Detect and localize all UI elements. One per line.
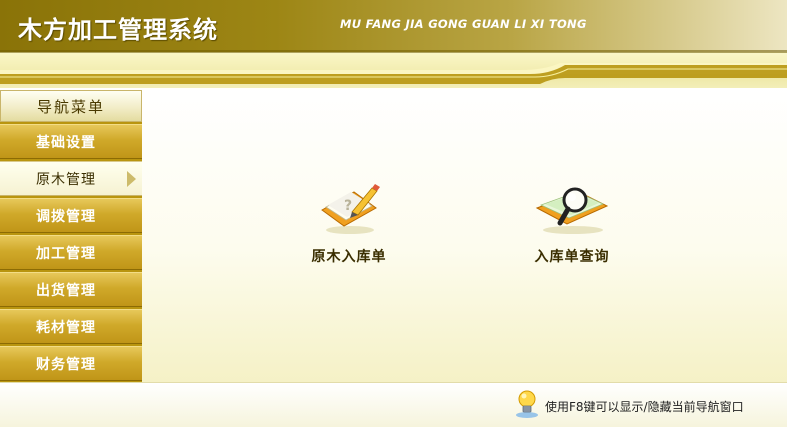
status-footer: 使用F8键可以显示/隐藏当前导航窗口 — [0, 382, 787, 427]
pencil-document-icon: ? — [321, 184, 380, 234]
sidebar-item-label: 基础设置 — [36, 134, 96, 151]
sidebar-item-shipping-management[interactable]: 出货管理 — [0, 272, 142, 307]
app-title: 木方加工管理系统 — [18, 16, 218, 44]
nav-menu-header: 导航菜单 — [0, 90, 142, 122]
sidebar-item-finance-management[interactable]: 财务管理 — [0, 346, 142, 381]
chevron-right-icon — [127, 171, 136, 187]
sidebar-item-label: 加工管理 — [36, 245, 96, 262]
sidebar-item-consumables-management[interactable]: 耗材管理 — [0, 309, 142, 344]
magnifier-document-icon — [535, 187, 609, 234]
sidebar-item-label: 耗材管理 — [36, 319, 96, 336]
log-inbound-order-button[interactable]: ? 原木入库单 — [289, 180, 409, 266]
inbound-order-query-button[interactable]: 入库单查询 — [512, 180, 632, 266]
sidebar-item-label: 财务管理 — [36, 356, 96, 373]
main-content: ? 原木入库单 入库单查询 — [142, 88, 787, 382]
sidebar-item-processing-management[interactable]: 加工管理 — [0, 235, 142, 270]
svg-text:?: ? — [344, 198, 352, 214]
sidebar-item-log-management[interactable]: 原木管理 — [0, 161, 142, 196]
sidebar-item-basic-settings[interactable]: 基础设置 — [0, 124, 142, 159]
lightbulb-icon — [516, 390, 538, 418]
app-header: 木方加工管理系统 MU FANG JIA GONG GUAN LI XI TON… — [0, 0, 787, 88]
sidebar-item-label: 调拨管理 — [36, 208, 96, 225]
app-subtitle: MU FANG JIA GONG GUAN LI XI TONG — [340, 17, 587, 31]
header-wave-decoration — [0, 63, 787, 84]
function-label: 原木入库单 — [311, 249, 387, 265]
sidebar-item-label: 出货管理 — [36, 282, 96, 299]
sidebar-item-label: 原木管理 — [36, 171, 96, 188]
function-label: 入库单查询 — [534, 249, 610, 265]
f8-toggle-hint: 使用F8键可以显示/隐藏当前导航窗口 — [545, 400, 744, 414]
sidebar-item-transfer-management[interactable]: 调拨管理 — [0, 198, 142, 233]
header-divider — [0, 50, 787, 53]
navigation-sidebar: 导航菜单 基础设置 原木管理 调拨管理 加工管理 出货管理 耗材管理 财务管理 — [0, 90, 142, 382]
